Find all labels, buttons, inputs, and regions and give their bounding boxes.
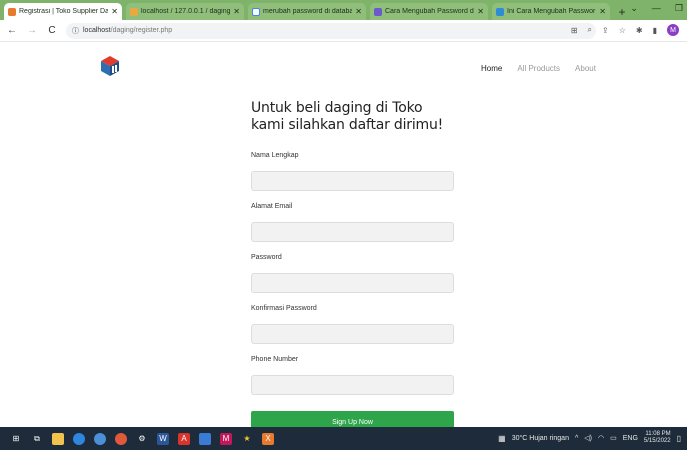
tab-phpmyadmin[interactable]: localhost / 127.0.0.1 / daging ✕	[126, 3, 244, 20]
forward-icon[interactable]: →	[24, 25, 40, 36]
battery-icon[interactable]: ▭	[610, 434, 617, 442]
registration-form: Untuk beli daging di Toko kami silahkan …	[251, 100, 455, 427]
language-indicator[interactable]: ENG	[623, 435, 638, 442]
close-tab-icon[interactable]: ✕	[477, 7, 484, 16]
form-heading: Untuk beli daging di Toko kami silahkan …	[251, 100, 444, 133]
tab-favicon-icon	[8, 7, 16, 16]
top-nav: Home All Products About	[481, 64, 596, 73]
profile-avatar[interactable]: M	[667, 24, 679, 36]
reload-icon[interactable]: C	[44, 25, 60, 36]
sidebar-icon[interactable]: ▮	[653, 26, 657, 35]
weather-text[interactable]: 30°C Hujan ringan	[512, 435, 569, 442]
maximize-icon[interactable]: ❐	[675, 3, 683, 14]
zoom-icon[interactable]: ⌕	[588, 25, 592, 35]
close-tab-icon[interactable]: ✕	[233, 7, 240, 16]
site-info-icon[interactable]: ⓘ	[72, 26, 79, 36]
star-app-icon[interactable]: ★	[241, 433, 253, 445]
clock[interactable]: 11:08 PM 5/15/2022	[644, 431, 671, 445]
chrome-profile-icon[interactable]	[115, 432, 127, 445]
notification-icon[interactable]: ▯	[677, 434, 681, 443]
password-input[interactable]	[251, 273, 454, 293]
browser-tab-strip: Registrasi | Toko Supplier Dag ✕ localho…	[0, 0, 687, 20]
password-label: Password	[251, 254, 282, 261]
sign-up-button[interactable]: Sign Up Now	[251, 411, 454, 427]
app-icon[interactable]	[199, 432, 211, 445]
full-name-label: Nama Lengkap	[251, 152, 299, 159]
tab-favicon-icon	[496, 7, 504, 16]
windows-taskbar: ⊞ ⧉ ⚙ W A M ★ X ▦ 30°C Hujan ringan ^ ◁)…	[0, 427, 687, 450]
edge-icon[interactable]	[73, 432, 85, 445]
url-field[interactable]: ⓘ localhost/daging/register.php	[66, 22, 596, 39]
translate-icon[interactable]: ⊞	[571, 26, 578, 35]
nav-about[interactable]: About	[575, 64, 596, 73]
task-view-icon[interactable]: ⧉	[31, 433, 43, 445]
email-label: Alamat Email	[251, 203, 293, 210]
phone-label: Phone Number	[251, 356, 299, 363]
nav-all-products[interactable]: All Products	[517, 64, 560, 73]
tab-ini-cara[interactable]: Ini Cara Mengubah Passwor ✕	[492, 3, 610, 20]
minimize-icon[interactable]: —	[652, 3, 661, 14]
close-tab-icon[interactable]: ✕	[111, 7, 118, 16]
window-controls: ⌄ — ❐	[630, 3, 683, 14]
tray-chevron-icon[interactable]: ^	[575, 435, 578, 442]
extensions-icon[interactable]: ✱	[636, 26, 643, 35]
tab-title: Ini Cara Mengubah Passwor	[507, 8, 596, 15]
pdf-reader-icon[interactable]: A	[178, 432, 190, 445]
xampp-icon[interactable]: X	[262, 432, 274, 445]
tab-favicon-icon	[374, 7, 382, 16]
weather-icon[interactable]: ▦	[498, 434, 506, 443]
tab-registrasi[interactable]: Registrasi | Toko Supplier Dag ✕	[4, 3, 122, 20]
clock-date: 5/15/2022	[643, 438, 671, 444]
google-icon	[252, 7, 260, 16]
full-name-input[interactable]	[251, 171, 454, 191]
chrome-icon[interactable]	[94, 432, 106, 445]
m-app-icon[interactable]: M	[220, 432, 232, 445]
new-tab-button[interactable]: +	[614, 3, 630, 20]
email-input[interactable]	[251, 222, 454, 242]
tab-google-search[interactable]: merubah password di databa ✕	[248, 3, 366, 20]
tab-title: merubah password di databa	[263, 8, 353, 15]
confirm-password-label: Konfirmasi Password	[251, 305, 317, 312]
phone-input[interactable]	[251, 375, 454, 395]
tab-title: localhost / 127.0.0.1 / daging	[141, 8, 231, 15]
bookmark-star-icon[interactable]: ☆	[619, 26, 626, 35]
clock-time: 11:08 PM	[645, 431, 671, 437]
windows-start-icon[interactable]: ⊞	[10, 433, 22, 445]
settings-gear-icon[interactable]: ⚙	[136, 433, 148, 445]
volume-icon[interactable]: ◁)	[584, 434, 592, 442]
close-tab-icon[interactable]: ✕	[599, 7, 606, 16]
word-icon[interactable]: W	[157, 432, 169, 445]
tab-cara-mengubah[interactable]: Cara Mengubah Password di ✕	[370, 3, 488, 20]
tab-title: Registrasi | Toko Supplier Dag	[19, 8, 109, 15]
tab-search-icon[interactable]: ⌄	[630, 3, 638, 14]
system-tray: ▦ 30°C Hujan ringan ^ ◁) ◠ ▭ ENG 11:08 P…	[498, 431, 681, 445]
nav-home[interactable]: Home	[481, 64, 502, 73]
store-logo-icon[interactable]	[100, 55, 120, 77]
address-bar-row: ← → C ⓘ localhost/daging/register.php ⊞ …	[0, 20, 687, 42]
url-host: localhost	[83, 27, 111, 34]
share-icon[interactable]: ⇪	[602, 26, 609, 35]
web-page: Home All Products About Untuk beli dagin…	[0, 43, 687, 427]
url-path: /daging/register.php	[110, 27, 173, 34]
tab-favicon-icon	[130, 7, 138, 16]
tab-title: Cara Mengubah Password di	[385, 8, 475, 15]
toolbar-actions: ⊞ ⌕ ⇪ ☆ ✱ ▮ M	[571, 24, 679, 36]
close-tab-icon[interactable]: ✕	[355, 7, 362, 16]
wifi-icon[interactable]: ◠	[598, 434, 604, 442]
file-explorer-icon[interactable]	[52, 432, 64, 445]
back-icon[interactable]: ←	[4, 25, 20, 36]
confirm-password-input[interactable]	[251, 324, 454, 344]
